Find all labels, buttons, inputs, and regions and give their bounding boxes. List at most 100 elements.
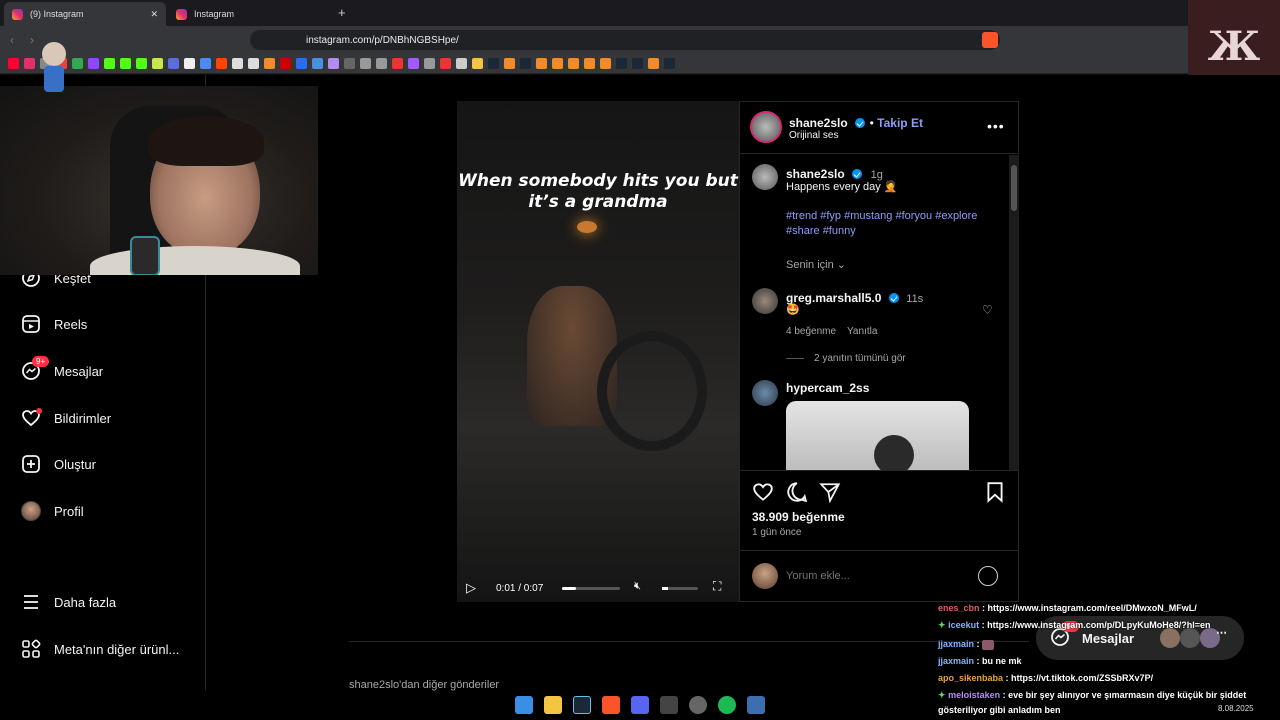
mute-icon[interactable]: 🔇︎ [634,580,641,593]
tab-instagram[interactable]: Instagram [168,2,328,26]
view-replies[interactable]: 2 yanıtın tümünü gör [814,353,906,364]
spotify-icon[interactable] [718,696,736,714]
comment-username[interactable]: greg.marshall5.0 [786,291,881,305]
save-button[interactable] [985,481,1005,508]
more-options-icon[interactable]: ⋯ [1216,626,1227,639]
share-button[interactable] [819,481,841,508]
x-icon[interactable] [184,58,195,69]
kick-icon[interactable] [104,58,115,69]
like-button[interactable] [752,481,774,508]
drive-icon[interactable] [72,58,83,69]
comment-likes[interactable]: 4 beğenme [786,326,836,337]
emoji-icon[interactable] [978,566,998,586]
brave-icon[interactable] [602,696,620,714]
bookmark-icon[interactable] [200,58,211,69]
file-explorer-icon[interactable] [544,696,562,714]
bookmark-icon[interactable] [456,58,467,69]
sidebar-item-more[interactable]: Daha fazla [20,587,116,617]
folder-icon[interactable] [472,58,483,69]
sidebar-item-reels[interactable]: Reels [20,309,87,339]
globe-icon[interactable] [424,58,435,69]
obs-icon[interactable] [689,696,707,714]
comment-button[interactable] [786,481,808,508]
bookmark-icon[interactable] [232,58,243,69]
kick-icon[interactable] [136,58,147,69]
steam-icon[interactable] [632,58,643,69]
author-avatar[interactable] [750,111,782,143]
new-tab-button[interactable]: + [338,5,346,20]
comment-avatar[interactable] [752,288,778,314]
folder-icon[interactable] [552,58,563,69]
caption-hashtags[interactable]: #trend #fyp #mustang #foryou #explore #s… [786,209,1001,239]
comment-like-icon[interactable]: ♡ [982,303,993,317]
folder-icon[interactable] [648,58,659,69]
instagram-icon[interactable] [24,58,35,69]
kick-icon[interactable] [120,58,131,69]
discord-icon[interactable] [631,696,649,714]
brave-shield-icon[interactable] [982,32,998,48]
sidebar-item-create[interactable]: Oluştur [20,449,96,479]
bookmark-icon[interactable] [312,58,323,69]
steam-icon[interactable] [664,58,675,69]
dome-light [577,221,597,233]
fullscreen-icon[interactable]: ⛶ [713,579,721,594]
folder-icon[interactable] [504,58,515,69]
comment-avatar[interactable] [752,380,778,406]
bookmark-icon[interactable] [168,58,179,69]
bookmark-icon[interactable] [408,58,419,69]
caption-username[interactable]: shane2slo [786,167,845,181]
app-icon[interactable] [747,696,765,714]
bookmark-icon[interactable] [328,58,339,69]
comment-input[interactable] [786,566,966,586]
close-icon[interactable]: ✕ [150,9,158,20]
forward-icon[interactable]: › [30,33,34,47]
reddit-icon[interactable] [216,58,227,69]
comment-image[interactable] [786,401,969,470]
reply-button[interactable]: Yanıtla [847,326,877,337]
sidebar-item-messages[interactable]: 9+ Mesajlar [20,356,103,386]
bookmark-icon[interactable] [344,58,355,69]
bookmark-icon[interactable] [296,58,307,69]
globe-icon[interactable] [360,58,371,69]
more-options-icon[interactable]: ••• [987,118,1005,134]
back-icon[interactable]: ‹ [10,33,14,47]
bookmark-icon[interactable] [392,58,403,69]
author-username[interactable]: shane2slo [789,116,848,130]
sidebar-item-meta-products[interactable]: Meta'nın diğer ürünl... [20,634,179,664]
play-icon[interactable]: ▷ [466,580,476,596]
follow-button[interactable]: Takip Et [877,116,923,130]
bookmark-icon[interactable] [248,58,259,69]
for-you-dropdown[interactable]: Senin için ⌄ [786,258,846,271]
audio-label[interactable]: Orijinal ses [789,130,838,141]
steam-icon[interactable] [573,696,591,714]
video-progress[interactable] [562,587,620,590]
address-bar[interactable]: instagram.com/p/DNBhNGBSHpe/ [250,30,1000,50]
folder-icon[interactable] [600,58,611,69]
windows-start-icon[interactable] [515,696,533,714]
bookmark-icon[interactable] [152,58,163,69]
like-count[interactable]: 38.909 beğenme [752,510,845,524]
more-from-author[interactable]: shane2slo'dan diğer gönderiler [349,679,499,691]
scrollbar-thumb[interactable] [1011,165,1017,211]
tab-instagram-active[interactable]: (9) Instagram ✕ [4,2,166,26]
bookmark-icon[interactable] [280,58,291,69]
folder-icon[interactable] [536,58,547,69]
folder-icon[interactable] [568,58,579,69]
steam-icon[interactable] [616,58,627,69]
post-video[interactable]: When somebody hits you but it’s a grandm… [457,101,739,602]
volume-slider[interactable] [662,587,698,590]
sidebar-item-profile[interactable]: Profil [20,496,84,526]
youtube-icon[interactable] [8,58,19,69]
steam-icon[interactable] [488,58,499,69]
globe-icon[interactable] [376,58,387,69]
app-icon[interactable] [660,696,678,714]
chat-message: ✦ meloistaken : eve bir şey alınıyor ve … [938,690,1246,701]
caption-avatar[interactable] [752,164,778,190]
folder-icon[interactable] [584,58,595,69]
sidebar-item-notifications[interactable]: Bildirimler [20,403,111,433]
comment-username[interactable]: hypercam_2ss [786,381,869,395]
twitch-icon[interactable] [88,58,99,69]
steam-icon[interactable] [520,58,531,69]
bookmark-icon[interactable] [264,58,275,69]
bookmark-icon[interactable] [440,58,451,69]
